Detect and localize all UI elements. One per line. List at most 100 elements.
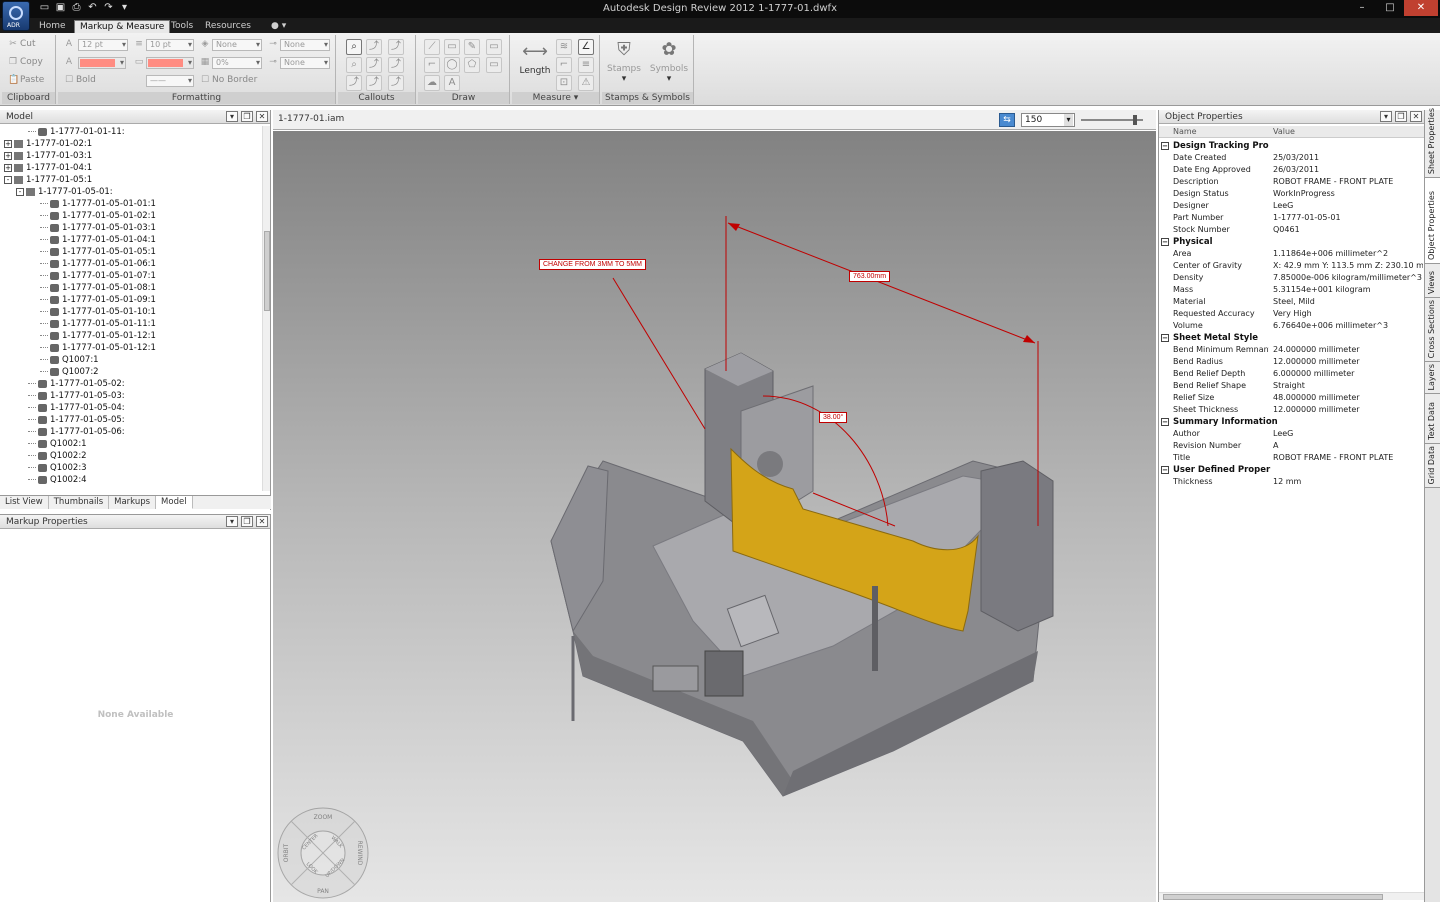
property-row[interactable]: Designer LeeG <box>1159 200 1425 212</box>
collapse-icon[interactable]: − <box>1161 142 1169 150</box>
property-row[interactable]: Author LeeG <box>1159 428 1425 440</box>
zoom-slider[interactable] <box>1081 115 1143 125</box>
fill-select[interactable]: None <box>212 39 262 51</box>
property-row[interactable]: Stock Number Q0461 <box>1159 224 1425 236</box>
property-row[interactable]: Center of Gravity X: 42.9 mm Y: 113.5 mm … <box>1159 260 1425 272</box>
tab-home[interactable]: Home <box>34 20 71 33</box>
property-row[interactable]: Sheet Thickness 12.000000 millimeter <box>1159 404 1425 416</box>
symbols-button[interactable]: ✿ Symbols ▾ <box>648 39 690 84</box>
tree-item[interactable]: 1-1777-01-05-04: <box>0 402 262 414</box>
rect-callout-icon[interactable]: ⤴ <box>366 57 382 73</box>
tree-item[interactable]: Q1002:1 <box>0 438 262 450</box>
scrollbar-thumb[interactable] <box>264 231 270 311</box>
tree-item[interactable]: 1-1777-01-05-01-04:1 <box>0 234 262 246</box>
sync-views-icon[interactable]: ⇆ <box>999 113 1015 127</box>
ellipse-callout-icon[interactable]: ⤴ <box>388 57 404 73</box>
property-row[interactable]: Requested Accuracy Very High <box>1159 308 1425 320</box>
tree-item[interactable]: 1-1777-01-05-01-12:1 <box>0 330 262 342</box>
panel-float-icon[interactable]: ❐ <box>241 111 253 122</box>
tab-markup-measure[interactable]: Markup & Measure <box>74 20 171 33</box>
collapse-icon[interactable]: - <box>16 187 24 196</box>
property-row[interactable]: Date Eng Approved 26/03/2011 <box>1159 164 1425 176</box>
pencil-draw-icon[interactable]: ✎ <box>464 39 480 55</box>
side-tab-cross-sections[interactable]: Cross Sections <box>1425 298 1440 362</box>
cloud-draw-icon[interactable]: ☁ <box>424 75 440 91</box>
property-row[interactable]: Mass 5.31154e+001 kilogram <box>1159 284 1425 296</box>
property-row[interactable]: Bend Minimum Remnant 24.000000 millimeter <box>1159 344 1425 356</box>
leader-callout-icon[interactable]: ⤴ <box>366 39 382 55</box>
property-category[interactable]: − Summary Information <box>1159 416 1425 428</box>
property-row[interactable]: Bend Radius 12.000000 millimeter <box>1159 356 1425 368</box>
collapse-icon[interactable]: − <box>1161 466 1169 474</box>
coordinate-measure-icon[interactable]: ⌐ <box>556 57 572 73</box>
column-header-value[interactable]: Value <box>1273 127 1295 136</box>
property-category[interactable]: − Sheet Metal Style <box>1159 332 1425 344</box>
panel-close-icon[interactable]: ✕ <box>256 516 268 527</box>
markup-note[interactable]: CHANGE FROM 3MM TO 5MM <box>539 259 646 270</box>
side-tab-object-properties[interactable]: Object Properties <box>1425 178 1440 264</box>
maximize-button[interactable]: □ <box>1376 0 1404 16</box>
tree-item[interactable]: 1-1777-01-05-01-03:1 <box>0 222 262 234</box>
cut-button[interactable]: ✂ Cut <box>8 39 35 49</box>
tree-item[interactable]: 1-1777-01-05-02: <box>0 378 262 390</box>
ribbon-options-icon[interactable]: ● ▾ <box>266 20 291 33</box>
tree-item[interactable]: +1-1777-01-03:1 <box>0 150 262 162</box>
panel-options-icon[interactable]: ▾ <box>226 111 238 122</box>
freehand-callout-icon[interactable]: ⤴ <box>366 75 382 91</box>
document-tab[interactable]: 1-1777-01.iam <box>278 114 344 124</box>
property-row[interactable]: Description ROBOT FRAME - FRONT PLATE <box>1159 176 1425 188</box>
note-callout-icon[interactable]: ⌕ <box>346 57 362 73</box>
angle-measure-icon[interactable]: ∠ <box>578 39 594 55</box>
navwheel-zoom[interactable]: ZOOM <box>314 814 333 821</box>
shape-draw-icon[interactable]: ▭ <box>486 57 502 73</box>
side-tab-views[interactable]: Views <box>1425 264 1440 298</box>
tree-item[interactable]: 1-1777-01-05-01-10:1 <box>0 306 262 318</box>
property-row[interactable]: Volume 6.76640e+006 millimeter^3 <box>1159 320 1425 332</box>
property-row[interactable]: Density 7.85000e-006 kilogram/millimeter^… <box>1159 272 1425 284</box>
navwheel-pan[interactable]: PAN <box>317 888 329 895</box>
tree-item[interactable]: 1-1777-01-05-01-07:1 <box>0 270 262 282</box>
line-style-select[interactable]: —— <box>146 75 194 87</box>
property-category[interactable]: − User Defined Proper <box>1159 464 1425 476</box>
navigation-wheel[interactable]: ZOOM PAN ORBIT REWIND CENTER WALK LOOK U… <box>277 807 369 899</box>
navwheel-rewind[interactable]: REWIND <box>356 841 363 866</box>
side-tab-grid-data[interactable]: Grid Data <box>1425 444 1440 488</box>
property-row[interactable]: Part Number 1-1777-01-05-01 <box>1159 212 1425 224</box>
tab-resources[interactable]: Resources <box>200 20 256 33</box>
tab-model[interactable]: Model <box>156 496 193 509</box>
model-tree[interactable]: 1-1777-01-01-11: +1-1777-01-02:1 +1-1777-0… <box>0 126 262 491</box>
property-row[interactable]: Bend Relief Shape Straight <box>1159 380 1425 392</box>
tree-item[interactable]: 1-1777-01-05-01-09:1 <box>0 294 262 306</box>
tree-item[interactable]: 1-1777-01-05-03: <box>0 390 262 402</box>
tree-item[interactable]: Q1007:1 <box>0 354 262 366</box>
property-row[interactable]: Relief Size 48.000000 millimeter <box>1159 392 1425 404</box>
tree-item[interactable]: 1-1777-01-05-01-11:1 <box>0 318 262 330</box>
paste-button[interactable]: 📋Paste <box>8 75 44 85</box>
panel-float-icon[interactable]: ❐ <box>241 516 253 527</box>
text-callout-icon[interactable]: ⌕ <box>346 39 362 55</box>
markup-distance-label[interactable]: 763.00mm <box>849 271 891 282</box>
polygon-draw-icon[interactable]: ⬠ <box>464 57 480 73</box>
zoom-slider-handle[interactable] <box>1133 115 1137 125</box>
tree-item[interactable]: 1-1777-01-05-01-12:1 <box>0 342 262 354</box>
3d-canvas[interactable]: ZOOM PAN ORBIT REWIND CENTER WALK LOOK U… <box>273 131 1156 902</box>
tree-item[interactable]: - 1-1777-01-05-01: <box>0 186 262 198</box>
poly-callout-icon[interactable]: ⤴ <box>346 75 362 91</box>
close-button[interactable]: ✕ <box>1404 0 1438 16</box>
tree-item[interactable]: Q1002:3 <box>0 462 262 474</box>
tree-item[interactable]: 1-1777-01-05-01-08:1 <box>0 282 262 294</box>
cloud-callout-icon[interactable]: ⤴ <box>388 39 404 55</box>
scale-measure-icon[interactable]: ⚠ <box>578 75 594 91</box>
calibrate-measure-icon[interactable]: ≡ <box>578 57 594 73</box>
line-color-picker[interactable] <box>146 57 194 69</box>
tree-item[interactable]: 1-1777-01-05-01-02:1 <box>0 210 262 222</box>
expand-icon[interactable]: + <box>4 139 12 148</box>
panel-close-icon[interactable]: ✕ <box>256 111 268 122</box>
property-category[interactable]: − Physical <box>1159 236 1425 248</box>
tree-item[interactable]: 1-1777-01-05-05: <box>0 414 262 426</box>
arrow-end-select[interactable]: None <box>280 57 330 69</box>
property-category[interactable]: − Design Tracking Pro <box>1159 140 1425 152</box>
property-row[interactable]: Revision Number A <box>1159 440 1425 452</box>
bold-checkbox[interactable]: ☐ Bold <box>64 75 96 85</box>
application-menu-button[interactable]: ADR <box>2 1 30 31</box>
